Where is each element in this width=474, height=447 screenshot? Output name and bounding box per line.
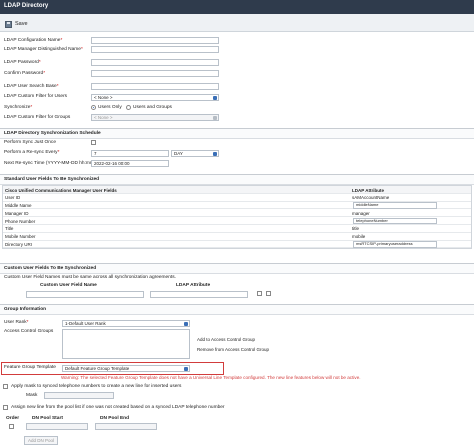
access-control-groups-label: Access Control Groups — [4, 329, 54, 334]
custom-fields-title: Custom User Fields To Be Synchronized — [0, 264, 474, 274]
window-title-bar: LDAP Directory — [0, 0, 474, 14]
table-row: Middle Name middleName — [3, 202, 471, 210]
sync-users-only-label: Users Only — [98, 105, 122, 110]
dn-pool-start-input[interactable] — [26, 423, 88, 430]
standard-fields-table: Cisco Unified Communications Manager Use… — [2, 185, 472, 250]
ldap-attr-input[interactable]: middleName — [353, 202, 437, 209]
dn-pool-start-header: DN Pool Start — [32, 416, 63, 421]
resync-every-label: Perform a Re-sync Every* — [4, 150, 60, 155]
window-title: LDAP Directory — [4, 3, 49, 9]
standard-fields-title: Standard User Fields To Be Synchronized — [0, 175, 474, 185]
custom-filter-groups-label: LDAP Custom Filter for Groups — [4, 115, 71, 120]
perform-sync-once-checkbox[interactable] — [91, 140, 96, 145]
feature-group-template-label: Feature Group Template — [4, 365, 56, 370]
main-form: LDAP Configuration Name* LDAP Manager Di… — [0, 32, 474, 447]
resync-every-input[interactable]: 7 — [91, 150, 169, 157]
add-acg-button[interactable]: Add to Access Control Group — [197, 337, 255, 342]
save-label: Save — [15, 21, 28, 27]
custom-field-name-header: Custom User Field Name — [40, 283, 97, 288]
remove-acg-button[interactable]: Remove from Access Control Group — [197, 347, 269, 352]
custom-fields-section: Custom User Fields To Be Synchronized — [0, 263, 474, 274]
toolbar: Save — [0, 14, 474, 32]
table-row: User ID sAMAccountName — [3, 194, 471, 202]
confirm-password-label: Confirm Password* — [4, 71, 46, 76]
save-icon — [5, 20, 12, 28]
chevron-down-icon — [213, 96, 217, 100]
custom-filter-groups-select[interactable]: < None > — [91, 114, 219, 121]
feature-group-warning: Warning: The selected Feature Group Temp… — [61, 375, 361, 380]
mask-label: Mask — [26, 393, 38, 398]
assign-line-checkbox[interactable] — [3, 405, 8, 410]
feature-group-template-select[interactable]: Default Feature Group Template — [62, 365, 190, 372]
ldap-manager-dn-input[interactable] — [91, 46, 219, 53]
table-header: Cisco Unified Communications Manager Use… — [3, 186, 471, 194]
user-search-base-label: LDAP User Search Base* — [4, 84, 59, 89]
ldap-config-name-input[interactable] — [91, 37, 219, 44]
table-row: Directory URI msRTCSIP-primaryuseraddress — [3, 241, 471, 249]
add-row-icon[interactable] — [257, 291, 262, 296]
ldap-manager-dn-label: LDAP Manager Distinguished Name* — [4, 47, 83, 52]
custom-filter-users-select[interactable]: < None > — [91, 94, 219, 101]
custom-ldap-attr-header: LDAP Attribute — [176, 283, 211, 288]
ldap-password-input[interactable] — [91, 59, 219, 66]
group-info-section: Group Information — [0, 304, 474, 315]
user-rank-label: User Rank* — [4, 320, 29, 325]
confirm-password-input[interactable] — [91, 70, 219, 77]
add-dn-pool-button[interactable]: Add DN Pool — [24, 436, 59, 445]
apply-mask-label: Apply mask to synced telephone numbers t… — [11, 384, 182, 389]
standard-fields-section: Standard User Fields To Be Synchronized — [0, 174, 474, 185]
chevron-down-icon — [213, 116, 217, 120]
save-button[interactable]: Save — [3, 17, 31, 29]
order-up-icon[interactable] — [9, 424, 14, 429]
mask-input[interactable] — [44, 392, 114, 399]
user-search-base-input[interactable] — [91, 83, 219, 90]
remove-row-icon[interactable] — [266, 291, 271, 296]
custom-fields-note: Custom User Field Names must be same acr… — [4, 275, 176, 280]
chevron-down-icon — [213, 152, 217, 156]
sync-users-groups-radio[interactable] — [126, 105, 131, 110]
group-info-title: Group Information — [0, 305, 474, 315]
dn-pool-end-input[interactable] — [95, 423, 157, 430]
access-control-groups-list[interactable] — [62, 329, 190, 359]
synchronize-label: Synchronize* — [4, 105, 33, 110]
next-resync-input[interactable]: 2022-02-16 00:00 — [91, 160, 169, 167]
dn-pool-end-header: DN Pool End — [100, 416, 130, 421]
sync-schedule-section: LDAP Directory Synchronization Schedule — [0, 128, 474, 139]
sync-users-groups-label: Users and Groups — [133, 105, 172, 110]
perform-sync-once-label: Perform Sync Just Once — [4, 140, 56, 145]
next-resync-label: Next Re-sync Time (YYYY-MM-DD hh:mm)* — [4, 161, 97, 166]
assign-line-label: Assign new line from the pool list if on… — [11, 405, 225, 410]
resync-unit-select[interactable]: DAY — [171, 150, 219, 157]
order-header: Order — [6, 416, 20, 421]
chevron-down-icon — [184, 322, 188, 326]
ldap-attr-input[interactable]: msRTCSIP-primaryuseraddress — [353, 241, 437, 248]
chevron-down-icon — [184, 367, 188, 371]
ldap-attr-input[interactable]: telephoneNumber — [353, 217, 437, 225]
apply-mask-checkbox[interactable] — [3, 384, 8, 389]
table-row: Mobile Number mobile — [3, 233, 471, 241]
ldap-config-name-label: LDAP Configuration Name* — [4, 38, 63, 43]
custom-ldap-attr-input[interactable] — [150, 291, 248, 298]
custom-field-name-input[interactable] — [26, 291, 144, 298]
sync-schedule-title: LDAP Directory Synchronization Schedule — [0, 129, 474, 139]
table-row: Manager ID manager — [3, 209, 471, 218]
ldap-password-label: LDAP Password* — [4, 60, 41, 65]
custom-filter-users-label: LDAP Custom Filter for Users — [4, 94, 68, 99]
user-rank-select[interactable]: 1-Default User Rank — [62, 320, 190, 327]
sync-users-only-radio[interactable] — [91, 105, 96, 110]
table-row: Title title — [3, 225, 471, 233]
table-row: Phone Number telephoneNumber — [3, 217, 471, 225]
